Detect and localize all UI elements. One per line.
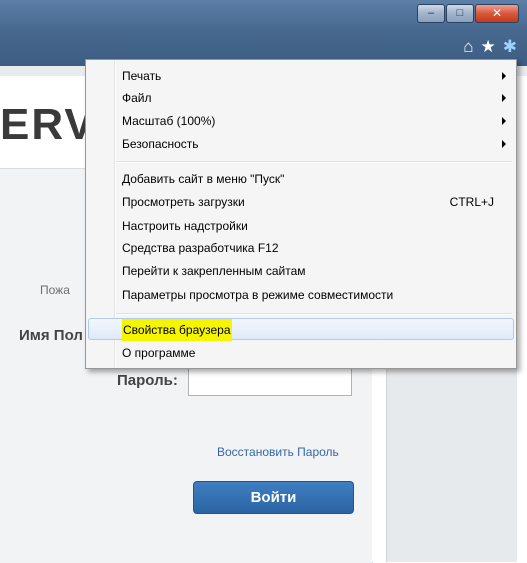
favorites-star-icon[interactable]: ★ — [481, 38, 496, 56]
browser-toolbar-icons: ⌂ ★ ✱ — [463, 38, 517, 56]
menu-item-label: Файл — [122, 91, 152, 105]
menu-item-label: Просмотреть загрузки — [122, 195, 245, 209]
menu-item-label: Печать — [122, 69, 162, 83]
restore-password-link[interactable]: Восстановить Пароль — [217, 445, 339, 459]
close-button[interactable]: ✕ — [475, 4, 519, 23]
window-controls: – □ ✕ — [417, 4, 519, 23]
menu-item-compatibility-view[interactable]: Параметры просмотра в режиме совместимос… — [88, 284, 514, 306]
menu-item-safety[interactable]: Безопасность — [88, 133, 514, 155]
submenu-arrow-icon — [502, 117, 506, 125]
menu-item-label: Параметры просмотра в режиме совместимос… — [122, 288, 394, 302]
menu-item-manage-addons[interactable]: Настроить надстройки — [88, 215, 514, 237]
menu-item-label: Безопасность — [122, 137, 199, 151]
menu-item-label: Масштаб (100%) — [122, 114, 216, 128]
menu-item-about[interactable]: О программе — [88, 342, 514, 364]
menu-item-zoom[interactable]: Масштаб (100%) — [88, 110, 514, 132]
menu-item-label: Настроить надстройки — [122, 219, 248, 233]
menu-separator — [116, 313, 512, 315]
menu-item-label: Свойства браузера — [122, 319, 232, 341]
password-label: Пароль: — [117, 372, 178, 389]
tools-menu: Печать Файл Масштаб (100%) Безопасность … — [85, 59, 517, 369]
menu-item-label: Добавить сайт в меню "Пуск" — [122, 172, 285, 186]
menu-item-add-to-start[interactable]: Добавить сайт в меню "Пуск" — [88, 168, 514, 190]
menu-item-pinned-sites[interactable]: Перейти к закрепленным сайтам — [88, 260, 514, 282]
login-button[interactable]: Войти — [193, 481, 354, 514]
menu-item-file[interactable]: Файл — [88, 87, 514, 109]
menu-item-label: Средства разработчика F12 — [122, 241, 279, 255]
menu-item-label: О программе — [122, 346, 196, 360]
menu-item-internet-options[interactable]: Свойства браузера — [88, 318, 514, 341]
submenu-arrow-icon — [502, 72, 506, 80]
password-input[interactable] — [188, 368, 352, 396]
gear-icon[interactable]: ✱ — [503, 38, 517, 56]
username-label: Имя Пол — [19, 327, 83, 344]
greeting-text: Пожа — [40, 283, 70, 297]
menu-item-label: Перейти к закрепленным сайтам — [122, 264, 306, 278]
menu-item-shortcut: CTRL+J — [449, 195, 494, 209]
menu-item-print[interactable]: Печать — [88, 65, 514, 87]
menu-item-developer-tools[interactable]: Средства разработчика F12 — [88, 237, 514, 259]
home-icon[interactable]: ⌂ — [463, 38, 473, 56]
menu-item-view-downloads[interactable]: Просмотреть загрузки CTRL+J — [88, 191, 514, 213]
minimize-button[interactable]: – — [417, 4, 445, 23]
menu-separator — [116, 161, 512, 163]
submenu-arrow-icon — [502, 140, 506, 148]
submenu-arrow-icon — [502, 94, 506, 102]
window-title-bar: – □ ✕ ⌂ ★ ✱ — [0, 0, 527, 66]
maximize-button[interactable]: □ — [446, 4, 474, 23]
